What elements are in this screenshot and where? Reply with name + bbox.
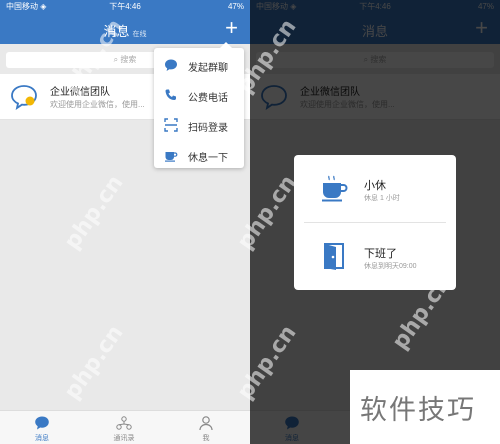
menu-item-group-chat[interactable]: 发起群聊 <box>154 50 244 80</box>
battery-level: 47% <box>227 2 244 11</box>
tab-messages[interactable]: 消息 <box>22 415 62 443</box>
person-icon <box>199 416 213 431</box>
tab-bar: 消息 通讯录 我 <box>0 410 250 444</box>
online-status: 在线 <box>132 31 147 38</box>
tab-label: 我 <box>202 435 210 442</box>
option-subtitle: 休息到明天09:00 <box>364 263 417 270</box>
clock: 下午4:46 <box>109 2 141 11</box>
status-bar: 中国移动 ◈ 下午4:46 47% <box>0 0 250 14</box>
chat-bubble-icon <box>11 85 37 110</box>
conversation-preview: 欢迎使用企业微信，使用... <box>50 100 145 109</box>
door-exit-icon <box>324 243 344 270</box>
scan-icon <box>164 118 178 132</box>
option-subtitle: 休息 1 小时 <box>364 195 400 202</box>
menu-label: 休息一下 <box>188 153 228 164</box>
coffee-cup-icon <box>165 152 178 162</box>
menu-label: 发起群聊 <box>188 63 228 74</box>
tab-label: 消息 <box>35 435 49 442</box>
menu-label: 扫码登录 <box>188 123 228 134</box>
tab-me[interactable]: 我 <box>186 415 226 443</box>
tab-label: 通讯录 <box>113 435 135 442</box>
search-placeholder: 搜索 <box>120 55 137 64</box>
coffee-cup-icon <box>322 175 348 202</box>
option-short-break[interactable]: 小休 休息 1 小时 <box>294 155 456 222</box>
menu-item-phone[interactable]: 公费电话 <box>154 80 244 110</box>
tab-contacts[interactable]: 通讯录 <box>104 415 144 443</box>
add-button[interactable]: + <box>225 17 238 39</box>
menu-label: 公费电话 <box>188 93 228 104</box>
menu-item-take-break[interactable]: 休息一下 <box>154 140 244 170</box>
option-title: 下班了 <box>364 248 397 260</box>
popup-menu: 发起群聊 公费电话 扫码登录 休息一下 <box>154 42 244 170</box>
tips-text: 软件技巧 <box>360 395 476 426</box>
chat-bubble-icon <box>35 416 49 430</box>
option-title: 小休 <box>364 180 386 192</box>
chat-bubble-icon <box>165 59 177 71</box>
tips-banner: 软件技巧 <box>350 370 500 444</box>
phone-screen-menu: 中国移动 ◈ 下午4:46 47% 消息 在线 + ⌕ 搜索 企业微信团队 欢迎使… <box>0 0 250 444</box>
break-dialog: 小休 休息 1 小时 下班了 休息到明天09:00 <box>294 155 456 290</box>
menu-item-scan-login[interactable]: 扫码登录 <box>154 110 244 140</box>
contacts-icon <box>116 416 132 430</box>
phone-icon <box>165 89 176 100</box>
